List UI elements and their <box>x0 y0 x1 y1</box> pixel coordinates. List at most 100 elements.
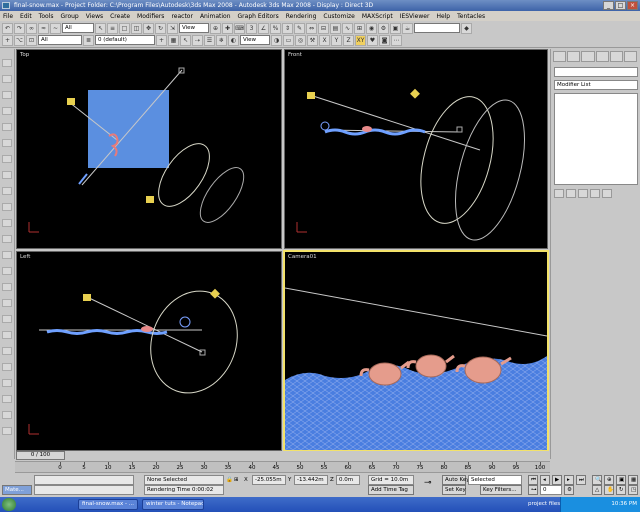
reactor-tool-icon[interactable] <box>2 219 12 227</box>
reactor-tool-icon[interactable] <box>2 395 12 403</box>
reference-coord-dropdown[interactable]: View <box>179 23 209 33</box>
redo-icon[interactable]: ↷ <box>14 22 25 34</box>
minimize-button[interactable]: _ <box>603 1 614 10</box>
reactor-tool-icon[interactable] <box>2 107 12 115</box>
bind-space-warp-icon[interactable]: ~ <box>50 22 61 34</box>
material-editor-icon[interactable]: ◉ <box>366 22 377 34</box>
show-end-result-icon[interactable] <box>566 189 576 198</box>
percent-snap-icon[interactable]: % <box>270 22 281 34</box>
curve-editor-icon[interactable]: ∿ <box>342 22 353 34</box>
reactor-tool-icon[interactable] <box>2 411 12 419</box>
constraint-xy-icon[interactable]: XY <box>355 34 366 46</box>
reactor-tool-icon[interactable] <box>2 283 12 291</box>
utilities-icon[interactable]: ⚒ <box>307 34 318 46</box>
taskbar-item-notepad[interactable]: winter tuts - Notepad <box>142 499 204 510</box>
pin-stack-icon[interactable] <box>554 189 564 198</box>
menu-maxscript[interactable]: MAXScript <box>362 13 393 20</box>
tab-create[interactable] <box>553 51 567 62</box>
add-time-tag-button[interactable]: Add Time Tag <box>368 485 414 495</box>
menu-file[interactable]: File <box>3 13 13 20</box>
rect-selection-icon[interactable]: □ <box>119 22 130 34</box>
select-by-name-icon[interactable]: ≡ <box>107 22 118 34</box>
pivot-center-icon[interactable]: ⊕ <box>210 22 221 34</box>
maxscript-mini-listener[interactable] <box>34 475 134 485</box>
object-name-field[interactable] <box>554 67 638 77</box>
menu-iesviewer[interactable]: IESViewer <box>400 13 430 20</box>
y-coordinate-field[interactable]: -13.442m <box>294 475 328 485</box>
tab-modify[interactable] <box>567 51 581 62</box>
reactor-tool-icon[interactable] <box>2 251 12 259</box>
layer-manager-icon[interactable]: ▤ <box>330 22 341 34</box>
motion-icon[interactable]: ◎ <box>295 34 306 46</box>
key-icon[interactable]: ⊸ <box>424 479 432 488</box>
heart-icon[interactable]: ♥ <box>367 34 378 46</box>
menu-create[interactable]: Create <box>110 13 130 20</box>
menu-group[interactable]: Group <box>60 13 78 20</box>
tab-hierarchy[interactable] <box>581 51 595 62</box>
reactor-tool-icon[interactable] <box>2 347 12 355</box>
reactor-tool-icon[interactable] <box>2 235 12 243</box>
reactor-tool-icon[interactable] <box>2 427 12 435</box>
make-unique-icon[interactable] <box>578 189 588 198</box>
maximize-button[interactable]: □ <box>615 1 626 10</box>
viewport-left[interactable]: Left <box>16 251 282 451</box>
dots-icon[interactable]: ⋯ <box>391 34 402 46</box>
menu-tools[interactable]: Tools <box>39 13 54 20</box>
maxscript-listener[interactable]: Mate... <box>2 485 32 495</box>
freeze-icon[interactable]: ❄ <box>216 34 227 46</box>
viewport-label-left[interactable]: Left <box>20 254 30 260</box>
zoom-all-icon[interactable]: ⊕ <box>604 475 614 485</box>
snaps-toggle-icon[interactable]: 3 <box>246 22 257 34</box>
remove-modifier-icon[interactable] <box>590 189 600 198</box>
menu-tentacles[interactable]: Tentacles <box>457 13 485 20</box>
constraint-y-icon[interactable]: Y <box>331 34 342 46</box>
menu-views[interactable]: Views <box>86 13 103 20</box>
reactor-tool-icon[interactable] <box>2 123 12 131</box>
reactor-tool-icon[interactable] <box>2 91 12 99</box>
viewport-label-top[interactable]: Top <box>20 52 29 58</box>
menu-reactor[interactable]: reactor <box>171 13 193 20</box>
current-frame-field[interactable]: 0 <box>540 485 562 495</box>
toolbar-label[interactable]: project files <box>528 500 560 508</box>
constraint-x-icon[interactable]: X <box>319 34 330 46</box>
reactor-tool-icon[interactable] <box>2 379 12 387</box>
maxscript-mini-listener-2[interactable] <box>34 485 134 495</box>
create-icon[interactable]: + <box>2 34 13 46</box>
viewport-camera[interactable]: Camera01 <box>283 250 549 452</box>
unlink-icon[interactable]: ≈ <box>38 22 49 34</box>
play-icon[interactable]: ▶ <box>552 475 562 485</box>
select-layer-icon[interactable]: ↖ <box>180 34 191 46</box>
reactor-tool-icon[interactable] <box>2 299 12 307</box>
lock-icon[interactable]: ⊡ <box>26 34 37 46</box>
hide-icon[interactable]: ◐ <box>228 34 239 46</box>
mirror-icon[interactable]: ⇔ <box>306 22 317 34</box>
select-object-icon[interactable]: ↖ <box>95 22 106 34</box>
reactor-tool-icon[interactable] <box>2 171 12 179</box>
transform-mode-icon[interactable]: ⊞ <box>234 476 239 484</box>
quick-render-icon[interactable]: ☕ <box>402 22 413 34</box>
start-button[interactable] <box>2 498 16 511</box>
reactor-tool-icon[interactable] <box>2 187 12 195</box>
select-scale-icon[interactable]: ⇲ <box>167 22 178 34</box>
track-bar[interactable]: 0 5 10 15 20 25 30 35 40 45 50 55 60 65 70 75 80 85 90 95 10… <box>15 461 550 473</box>
window-crossing-icon[interactable]: ◫ <box>131 22 142 34</box>
layer-dropdown[interactable]: 0 (default) <box>95 35 155 45</box>
tab-display[interactable] <box>609 51 623 62</box>
x-coordinate-field[interactable]: -25.055m <box>252 475 286 485</box>
next-frame-icon[interactable]: ▸ <box>564 475 574 485</box>
add-layer-icon[interactable]: + <box>156 34 167 46</box>
constraint-z-icon[interactable]: Z <box>343 34 354 46</box>
reactor-tool-icon[interactable] <box>2 203 12 211</box>
selection-filter-dropdown-2[interactable]: All <box>38 35 82 45</box>
menu-animation[interactable]: Animation <box>200 13 231 20</box>
menu-help[interactable]: Help <box>436 13 450 20</box>
render-icon[interactable]: ◆ <box>461 22 472 34</box>
viewport-label-camera[interactable]: Camera01 <box>288 254 317 260</box>
render-preset-dropdown[interactable] <box>414 23 460 33</box>
pan-icon[interactable]: ✋ <box>604 485 614 495</box>
angle-snap-icon[interactable]: ∠ <box>258 22 269 34</box>
reactor-tool-icon[interactable] <box>2 59 12 67</box>
menu-edit[interactable]: Edit <box>20 13 32 20</box>
layer-props-icon[interactable]: ▦ <box>168 34 179 46</box>
render-setup-icon[interactable]: ⚙ <box>378 22 389 34</box>
